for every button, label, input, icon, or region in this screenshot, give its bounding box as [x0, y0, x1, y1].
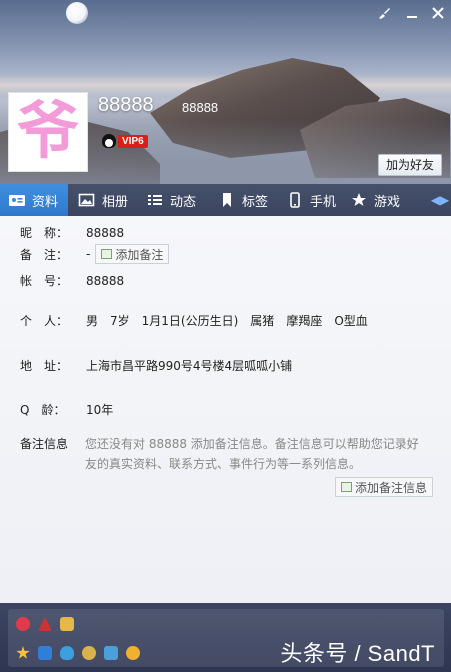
birthday-value: 1月1日(公历生日)	[141, 314, 239, 328]
account-label: 帐 号：	[20, 274, 69, 288]
account-value: 88888	[86, 273, 125, 288]
address-label: 地 址：	[20, 359, 69, 373]
note-edit-icon	[101, 249, 113, 259]
add-friend-button[interactable]: 加为好友	[378, 154, 442, 176]
zodiac-value: 属猪	[250, 314, 275, 328]
note-info-label: 备注信息	[20, 437, 69, 451]
constellation-value: 摩羯座	[286, 314, 323, 328]
age-value: 7岁	[110, 314, 130, 328]
game-badge-icon[interactable]	[126, 646, 140, 660]
tab-label: 资料	[32, 194, 59, 210]
avatar-char: 爷	[16, 94, 79, 167]
address-value: 上海市昌平路990号4号楼4层呱呱小铺	[86, 359, 293, 373]
feed-list-icon	[146, 192, 164, 208]
remark-label: 备 注：	[20, 247, 69, 262]
tab-tags[interactable]: 标签	[210, 184, 278, 216]
penguin-icon	[102, 134, 116, 148]
photo-badge-icon[interactable]	[104, 646, 118, 660]
personal-label: 个 人：	[20, 314, 69, 328]
tab-album[interactable]: 相册	[68, 184, 138, 216]
qage-value: 10年	[86, 403, 114, 417]
nickname-title: 88888	[98, 94, 154, 116]
nickname-row: 昵 称： 88888	[20, 224, 124, 241]
profile-info-panel: 昵 称： 88888 备 注： - 添加备注 帐 号： 88888 个 人： 男…	[0, 216, 451, 603]
tabs-scroll-arrow[interactable]: ◀▶	[429, 184, 451, 216]
add-remark-button[interactable]: 添加备注	[95, 244, 170, 264]
vip-badge[interactable]: VIP6	[102, 134, 148, 148]
mail-badge-icon[interactable]	[38, 646, 52, 660]
tab-label: 游戏	[374, 194, 401, 210]
add-remark-label: 添加备注	[115, 247, 164, 262]
profile-card-icon	[8, 192, 26, 208]
bookmark-icon	[218, 192, 236, 208]
note-edit-icon	[341, 482, 352, 492]
brush-icon[interactable]	[374, 6, 394, 24]
nickname-label: 昵 称：	[20, 226, 69, 240]
tab-label: 手机	[310, 194, 337, 210]
note-info-description: 您还没有对 88888 添加备注信息。备注信息可以帮助您记录好友的真实资料、联系…	[85, 437, 419, 471]
tab-label: 标签	[242, 194, 269, 210]
personal-row: 个 人： 男 7岁 1月1日(公历生日) 属猪 摩羯座 O型血	[20, 312, 380, 329]
tab-phone[interactable]: 手机	[278, 184, 342, 216]
tab-label: 相册	[102, 194, 129, 210]
watermark-text: 头条号 / SandT	[280, 641, 435, 666]
blood-type-value: O型血	[334, 314, 368, 328]
moon-decoration	[66, 2, 88, 24]
address-row: 地 址： 上海市昌平路990号4号楼4层呱呱小铺	[20, 357, 292, 374]
music-badge-icon[interactable]	[82, 646, 96, 660]
vip-level-label: VIP6	[118, 134, 148, 148]
album-icon	[78, 192, 96, 208]
qage-label: Q 龄：	[20, 403, 66, 417]
nickname-subtitle: 88888	[182, 100, 219, 115]
tab-label: 动态	[170, 194, 197, 210]
gender-value: 男	[86, 314, 99, 328]
tab-feed[interactable]: 动态	[138, 184, 210, 216]
avatar[interactable]: 爷	[8, 92, 88, 172]
game-icon	[350, 192, 368, 208]
phone-icon	[286, 192, 304, 208]
nickname-value: 88888	[86, 225, 125, 240]
remark-row: 备 注： - 添加备注	[20, 244, 170, 264]
account-row: 帐 号： 88888	[20, 272, 124, 289]
close-icon[interactable]	[428, 6, 448, 24]
add-note-info-button[interactable]: 添加备注信息	[335, 477, 434, 497]
remark-value: -	[86, 247, 91, 261]
tab-games[interactable]: 游戏	[342, 184, 412, 216]
tab-bar: 资料 相册 动态 标签 手机 游戏	[0, 184, 451, 216]
heart-badge-icon[interactable]	[16, 617, 30, 631]
minimize-icon[interactable]	[402, 6, 422, 24]
tab-profile[interactable]: 资料	[0, 184, 68, 216]
note-info-row: 备注信息	[20, 435, 86, 452]
gift-badge-icon[interactable]	[60, 617, 74, 631]
add-note-info-label: 添加备注信息	[355, 480, 428, 495]
shield-badge-icon[interactable]	[60, 646, 74, 660]
qage-row: Q 龄： 10年	[20, 401, 113, 418]
